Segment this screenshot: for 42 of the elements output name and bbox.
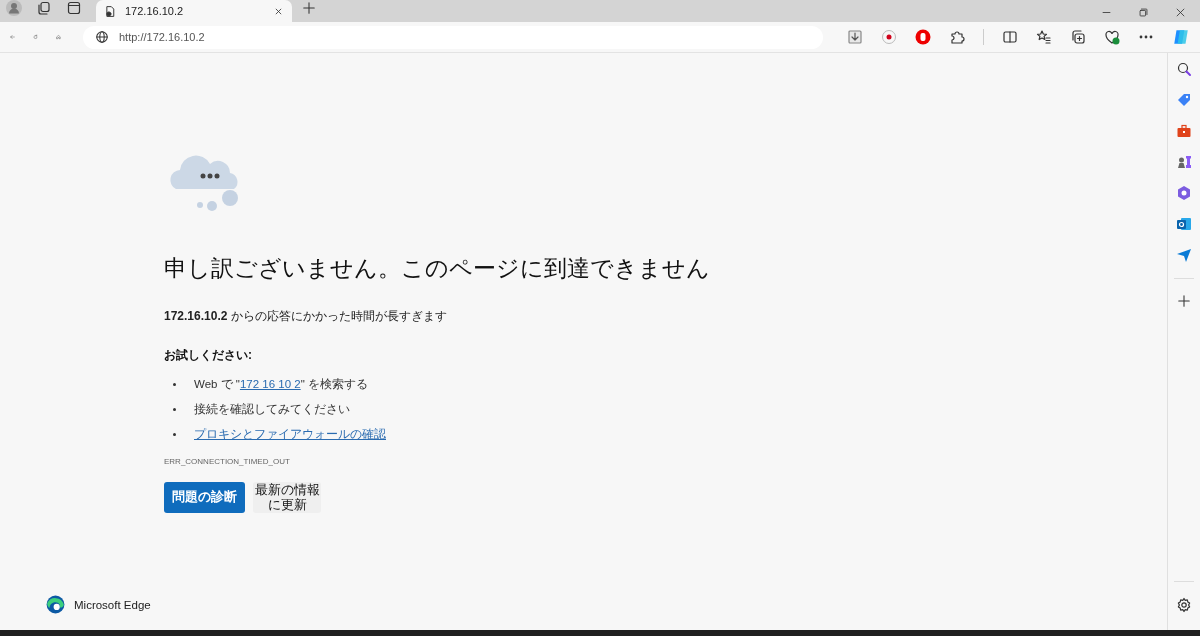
bullet-icon bbox=[173, 383, 176, 386]
collections-icon[interactable] bbox=[1070, 29, 1086, 45]
suggestion-text: Web で "172 16 10 2" を検索する bbox=[194, 377, 368, 392]
error-title: 申し訳ございません。このページに到達できません bbox=[164, 254, 711, 283]
diagnose-button[interactable]: 問題の診断 bbox=[164, 482, 245, 513]
browser-essentials-icon[interactable] bbox=[1104, 29, 1120, 45]
new-tab-icon[interactable] bbox=[302, 1, 316, 15]
tag-icon[interactable] bbox=[1176, 92, 1192, 108]
address-bar[interactable]: http://172.16.10.2 bbox=[83, 25, 823, 49]
tab-actions-icon[interactable] bbox=[66, 0, 82, 16]
profile-icon[interactable] bbox=[6, 0, 22, 16]
search-link[interactable]: 172 16 10 2 bbox=[239, 378, 301, 390]
send-icon[interactable] bbox=[1176, 247, 1192, 263]
download-icon[interactable] bbox=[847, 29, 863, 45]
page-warning-icon bbox=[104, 4, 117, 18]
split-screen-icon[interactable] bbox=[1002, 29, 1018, 45]
favorites-icon[interactable] bbox=[1036, 29, 1052, 45]
copilot-icon[interactable] bbox=[1172, 28, 1190, 46]
suggestion-text: 接続を確認してみてください bbox=[194, 402, 350, 417]
close-icon[interactable] bbox=[1175, 7, 1186, 18]
chess-pieces-icon[interactable] bbox=[1176, 154, 1192, 170]
bullet-icon bbox=[173, 433, 176, 436]
error-message: 172.16.10.2 からの応答にかかった時間が長すぎます bbox=[164, 308, 448, 325]
workspaces-icon[interactable] bbox=[36, 0, 52, 16]
add-icon[interactable] bbox=[1177, 294, 1191, 308]
toolbox-icon[interactable] bbox=[1176, 123, 1192, 139]
globe-icon bbox=[95, 29, 109, 44]
error-code: ERR_CONNECTION_TIMED_OUT bbox=[164, 457, 291, 466]
search-icon[interactable] bbox=[1176, 61, 1192, 77]
try-heading: お試しください: bbox=[164, 347, 253, 364]
refresh-button[interactable]: 最新の情報に更新 bbox=[253, 482, 321, 513]
browser-tab[interactable]: 172.16.10.2 bbox=[96, 0, 292, 22]
extensions-icon[interactable] bbox=[949, 29, 965, 45]
settings-icon[interactable] bbox=[1176, 597, 1192, 613]
restore-icon[interactable] bbox=[1138, 7, 1149, 18]
hexagon-logo-icon[interactable] bbox=[1176, 185, 1192, 201]
record-icon[interactable] bbox=[881, 29, 897, 45]
bullet-icon bbox=[173, 408, 176, 411]
proxy-firewall-link[interactable]: プロキシとファイアウォールの確認 bbox=[194, 427, 386, 442]
brand-name: Microsoft Edge bbox=[74, 598, 151, 611]
edge-logo-icon bbox=[46, 595, 65, 614]
mail-icon[interactable] bbox=[1176, 216, 1192, 232]
